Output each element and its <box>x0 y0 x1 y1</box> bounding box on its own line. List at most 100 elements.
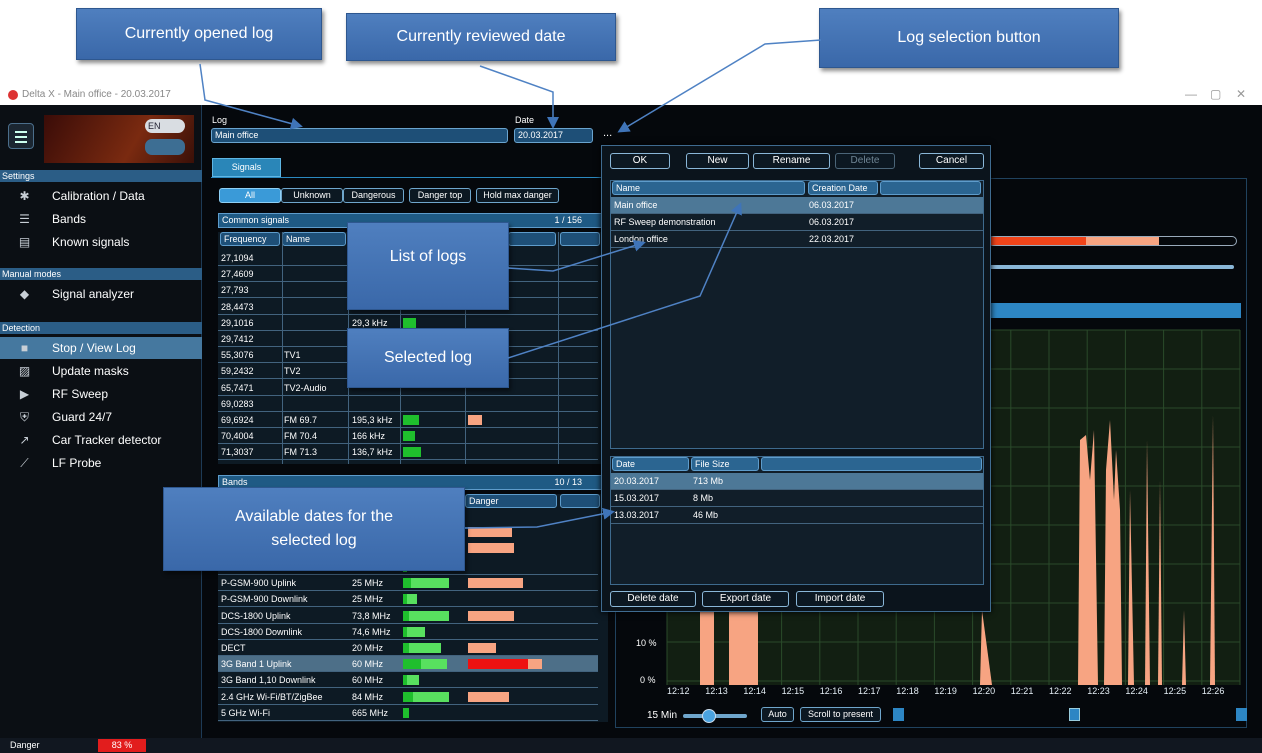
filter-unknown[interactable]: Unknown <box>281 188 343 203</box>
sidebar-item-guard-24-7[interactable]: ⛨ Guard 24/7 <box>0 406 202 428</box>
log-row[interactable]: Main office 06.03.2017 <box>611 197 983 214</box>
common-signals-count: 1 / 156 <box>554 215 582 225</box>
sidebar-item-car-tracker-detector[interactable]: ↗ Car Tracker detector <box>0 429 202 451</box>
export-date-button[interactable]: Export date <box>702 591 789 607</box>
x-tick-label: 12:12 <box>667 686 690 696</box>
log-row[interactable]: RF Sweep demonstration 06.03.2017 <box>611 214 983 231</box>
scroll-to-present-button[interactable]: Scroll to present <box>800 707 881 722</box>
scroll-right-button[interactable] <box>1236 708 1247 721</box>
hamburger-menu-button[interactable] <box>8 123 34 149</box>
log-row[interactable]: London office 22.03.2017 <box>611 231 983 248</box>
diamond-icon: ◆ <box>19 287 30 301</box>
band-name: DECT <box>221 643 246 653</box>
band-name: DCS-1800 Uplink <box>221 610 291 621</box>
band-row[interactable]: 2.4 GHz Wi-Fi/BT/ZigBee 84 MHz <box>218 689 598 705</box>
maximize-icon[interactable]: ▢ <box>1210 87 1221 101</box>
window-titlebar: Delta X - Main office - 20.03.2017 — ▢ ✕ <box>0 85 1262 105</box>
signal-level-bar <box>403 431 415 442</box>
band-width: 74,6 MHz <box>352 626 391 637</box>
col-extra-2[interactable] <box>560 232 600 246</box>
signal-name: FM 69.7 <box>284 415 318 425</box>
gear-icon: ✱ <box>19 189 30 203</box>
play-icon: ▶ <box>19 387 30 401</box>
col-extra[interactable] <box>508 232 556 246</box>
zoom-slider-handle[interactable] <box>702 709 716 723</box>
col-creation-date[interactable]: Creation Date <box>808 181 878 195</box>
delete-date-button[interactable]: Delete date <box>610 591 696 607</box>
date-row[interactable]: 13.03.2017 46 Mb <box>611 507 983 524</box>
filter-danger-top[interactable]: Danger top <box>409 188 471 203</box>
col-danger-2[interactable] <box>560 494 600 508</box>
minimize-icon[interactable]: — <box>1185 87 1197 101</box>
delete-button[interactable]: Delete <box>835 153 895 169</box>
date-value: 20.03.2017 <box>614 476 660 486</box>
band-row[interactable]: DCS-1800 Uplink 73,8 MHz <box>218 608 598 624</box>
col-frequency[interactable]: Frequency <box>220 232 280 246</box>
x-tick-label: 12:19 <box>934 686 957 696</box>
date-row[interactable]: 20.03.2017 713 Mb <box>611 473 983 490</box>
sidebar-item-calibration-data[interactable]: ✱ Calibration / Data <box>0 185 202 207</box>
sidebar-item-lf-probe[interactable]: ⟋ LF Probe <box>0 452 202 474</box>
trend-icon: ↗ <box>19 433 30 447</box>
power-toggle[interactable] <box>145 139 185 155</box>
band-name: 2.4 GHz Wi-Fi/BT/ZigBee <box>221 691 323 702</box>
x-tick-label: 12:13 <box>705 686 728 696</box>
filter-dangerous[interactable]: Dangerous <box>343 188 404 203</box>
filter-hold-max-danger[interactable]: Hold max danger <box>476 188 559 203</box>
auto-button[interactable]: Auto <box>761 707 794 722</box>
signal-row[interactable]: 69,0283 <box>218 396 598 412</box>
band-danger-bar <box>468 578 523 589</box>
signal-row[interactable]: 71,3037 FM 71.3 136,7 kHz <box>218 444 598 461</box>
col-file-size[interactable]: File Size <box>691 457 759 471</box>
col-log-name[interactable]: Name <box>612 181 805 195</box>
signal-level-bar <box>403 415 419 425</box>
callout-selected-log: Selected log <box>347 328 509 388</box>
log-name: Main office <box>614 200 658 210</box>
filter-all[interactable]: All <box>219 188 281 203</box>
sidebar-item-stop-view-log[interactable]: ■ Stop / View Log <box>0 337 202 359</box>
band-peak-bar <box>407 675 419 686</box>
sidebar-item-rf-sweep[interactable]: ▶ RF Sweep <box>0 383 202 405</box>
language-select[interactable]: EN <box>145 119 185 133</box>
import-date-button[interactable]: Import date <box>796 591 884 607</box>
sidebar-item-update-masks[interactable]: ▨ Update masks <box>0 360 202 382</box>
tab-signals[interactable]: Signals <box>212 158 281 177</box>
signal-name: FM 70.4 <box>284 431 318 442</box>
status-bar: Danger 83 % <box>0 738 1262 753</box>
log-field[interactable]: Main office <box>211 128 508 143</box>
col-name[interactable]: Name <box>282 232 346 246</box>
date-row[interactable]: 15.03.2017 8 Mb <box>611 490 983 507</box>
new-button[interactable]: New <box>686 153 749 169</box>
zoom-slider[interactable] <box>683 709 747 723</box>
scroll-thumb[interactable] <box>1069 708 1080 721</box>
band-row[interactable]: 3G Band 1,10 Downlink 60 MHz <box>218 672 598 689</box>
date-field[interactable]: 20.03.2017 <box>514 128 593 143</box>
band-width: 20 MHz <box>352 643 384 653</box>
danger-meter-orange <box>1086 237 1159 245</box>
signal-row[interactable]: 70,4004 FM 70.4 166 kHz <box>218 428 598 445</box>
sidebar: EN Settings ✱ Calibration / Data ☰ Bands ▤ Kn… <box>0 105 202 738</box>
band-row[interactable]: P-GSM-900 Downlink 25 MHz <box>218 591 598 608</box>
band-row[interactable]: DECT 20 MHz <box>218 640 598 656</box>
ok-button[interactable]: OK <box>610 153 670 169</box>
sidebar-item-known-signals[interactable]: ▤ Known signals <box>0 231 202 253</box>
sidebar-item-signal-analyzer[interactable]: ◆ Signal analyzer <box>0 283 202 305</box>
scroll-left-button[interactable] <box>893 708 904 721</box>
danger-meter-red <box>989 237 1086 245</box>
sidebar-item-bands[interactable]: ☰ Bands <box>0 208 202 230</box>
log-name: London office <box>614 234 668 244</box>
band-width: 665 MHz <box>352 707 389 718</box>
col-date[interactable]: Date <box>612 457 689 471</box>
close-icon[interactable]: ✕ <box>1236 87 1246 101</box>
col-danger[interactable]: Danger <box>465 494 557 508</box>
col-dates-extra[interactable] <box>761 457 982 471</box>
band-row[interactable]: DCS-1800 Downlink 74,6 MHz <box>218 624 598 640</box>
band-row[interactable]: 5 GHz Wi-Fi 665 MHz <box>218 705 598 721</box>
signal-row[interactable]: 69,6924 FM 69.7 195,3 kHz <box>218 412 598 428</box>
cancel-button[interactable]: Cancel <box>919 153 984 169</box>
band-row[interactable]: 3G Band 1 Uplink 60 MHz <box>218 656 598 673</box>
rename-button[interactable]: Rename <box>753 153 830 169</box>
log-selection-button[interactable]: ... <box>603 127 612 139</box>
col-logs-extra[interactable] <box>880 181 981 195</box>
band-row[interactable]: P-GSM-900 Uplink 25 MHz <box>218 575 598 592</box>
